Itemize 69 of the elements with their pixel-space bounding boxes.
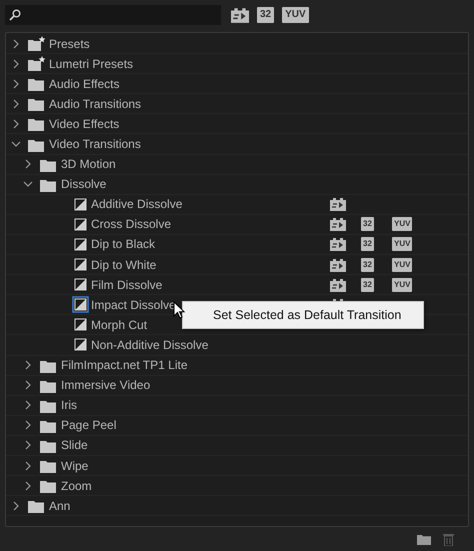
filter-button[interactable]: 32 <box>257 7 274 23</box>
format-badge: 32 <box>361 237 374 252</box>
chevron-icon[interactable] <box>12 500 20 511</box>
accelerated-icon <box>330 237 346 252</box>
transition-name[interactable]: Impact Dissolve <box>91 298 176 312</box>
transition-name[interactable]: Cross Dissolve <box>91 217 172 232</box>
chevron-icon[interactable] <box>24 420 32 430</box>
folder-name[interactable]: 3D Motion <box>61 157 116 172</box>
chevron-icon[interactable] <box>23 180 33 188</box>
accelerated-icon <box>330 197 346 212</box>
folder-icon <box>28 116 46 132</box>
starred-folder-icon <box>28 56 46 72</box>
folder-name[interactable]: Dissolve <box>61 177 106 192</box>
accelerated-icon <box>330 258 346 272</box>
transition-name[interactable]: Dip to White <box>91 258 156 272</box>
chevron-icon[interactable] <box>12 78 20 89</box>
folder-name[interactable]: Wipe <box>61 458 88 473</box>
format-badge: YUV <box>392 217 412 232</box>
new-folder-icon[interactable] <box>417 534 431 545</box>
chevron-icon[interactable] <box>24 360 32 370</box>
chevron-icon[interactable] <box>24 400 32 410</box>
folder-name[interactable]: Audio Effects <box>49 76 120 91</box>
folder-name[interactable]: FilmImpact.net TP1 Lite <box>61 358 188 372</box>
folder-name[interactable]: Video Effects <box>49 116 120 131</box>
folder-name[interactable]: Audio Transitions <box>49 96 142 111</box>
transition-name[interactable]: Film Dissolve <box>91 278 162 292</box>
folder-icon <box>28 498 46 514</box>
folder-name[interactable]: Zoom <box>61 478 92 493</box>
accelerated-icon <box>330 217 346 232</box>
folder-name[interactable]: Immersive Video <box>61 378 150 392</box>
cursor-icon <box>173 301 185 319</box>
folder-name[interactable]: Ann <box>49 498 70 513</box>
folder-name[interactable]: Iris <box>61 398 77 412</box>
chevron-icon[interactable] <box>12 58 20 69</box>
chevron-icon[interactable] <box>24 460 32 471</box>
chevron-icon[interactable] <box>12 38 20 49</box>
filter-button[interactable] <box>231 7 249 23</box>
chevron-icon[interactable] <box>12 118 20 129</box>
format-badge: 32 <box>361 278 374 292</box>
folder-icon <box>40 458 58 474</box>
folder-name[interactable]: Lumetri Presets <box>49 56 134 71</box>
format-badge: YUV <box>392 237 412 252</box>
transition-name[interactable]: Morph Cut <box>91 318 148 332</box>
starred-folder-icon <box>28 36 46 52</box>
folder-icon <box>28 96 46 112</box>
transition-name[interactable]: Dip to Black <box>91 237 156 252</box>
folder-name[interactable]: Presets <box>49 36 90 51</box>
folder-icon <box>28 76 46 92</box>
chevron-icon[interactable] <box>11 140 21 148</box>
transition-name[interactable]: Non-Additive Dissolve <box>91 338 208 352</box>
accelerated-icon <box>330 278 346 292</box>
folder-name[interactable]: Slide <box>61 438 88 452</box>
format-badge: YUV <box>392 258 412 272</box>
folder-name[interactable]: Video Transitions <box>49 137 141 152</box>
format-badge: YUV <box>392 278 412 292</box>
chevron-icon[interactable] <box>24 480 32 491</box>
transition-name[interactable]: Additive Dissolve <box>91 197 182 212</box>
chevron-icon[interactable] <box>12 98 20 109</box>
chevron-icon[interactable] <box>24 159 32 170</box>
format-badge: 32 <box>361 217 374 232</box>
folder-name[interactable]: Page Peel <box>61 418 116 432</box>
chevron-icon[interactable] <box>24 380 32 390</box>
search-field[interactable] <box>5 5 221 25</box>
chevron-icon[interactable] <box>24 440 32 450</box>
search-icon <box>9 9 21 21</box>
folder-icon <box>40 478 58 494</box>
filter-button[interactable]: YUV <box>282 7 309 23</box>
format-badge: 32 <box>361 258 374 272</box>
menu-item[interactable]: Set Selected as Default Transition <box>183 306 423 324</box>
